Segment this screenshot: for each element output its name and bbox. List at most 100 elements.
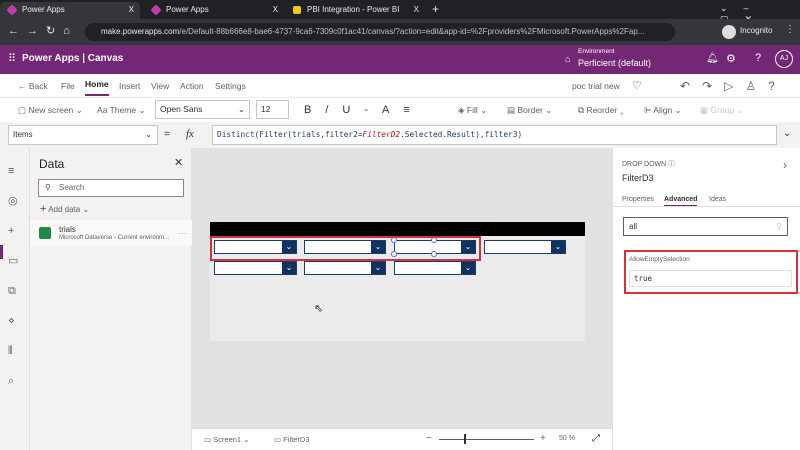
tab-properties[interactable]: Properties [622,196,654,203]
canvas-area: ⌄ ⌄ ⌄ ⌄ ⌄ ⌄ ⌄ ⇖ [192,148,612,428]
dropdown[interactable]: ⌄ [394,261,476,275]
fill-button[interactable]: ◈ Fill ⌄ [458,98,487,122]
zoom-in-button[interactable]: + [540,433,546,444]
reorder-button[interactable]: ⧉ Reorder ⌄ [578,98,624,122]
dropdown[interactable]: ⌄ [304,261,386,275]
screen-selector[interactable]: ▭ Screen1 ⌄ [204,435,249,444]
highlight-box [210,236,481,261]
zoom-slider[interactable] [439,439,534,440]
app-name: poc trial new [572,81,620,91]
powerapps-icon [6,4,18,16]
app-header: ⠿ Power Apps | Canvas ⌂ Environment Perf… [0,45,800,74]
fx-icon[interactable]: fx [186,128,194,140]
formula-input[interactable]: Distinct(Filter(trials,filter2=FilterD2.… [212,125,777,145]
screen-name: Screen1 [213,435,242,444]
zoom-out-button[interactable]: − [426,433,432,444]
chevron-down-icon: ⌄ [551,241,565,253]
menu-action[interactable]: Action [180,74,204,98]
env-name[interactable]: Perficient (default) [578,58,651,68]
pane-title: Data [39,157,65,171]
close-icon[interactable]: X [273,2,278,17]
menu-icon[interactable]: ⋮ [785,24,795,35]
help-icon[interactable]: ? [755,52,761,64]
menu-home[interactable]: Home [85,74,109,96]
font-size-value: 12 [261,104,271,114]
gear-icon[interactable]: ⚙ [726,52,736,65]
formula-part: .Selected.Result),filter3) [400,130,523,139]
property-value: true [634,274,653,283]
font-size-select[interactable]: 12 [256,100,289,119]
data-source-item[interactable]: trials Microsoft Dataverse - Current env… [30,220,192,246]
incognito-label[interactable]: Incognito [740,26,772,35]
close-icon[interactable]: X [129,2,134,17]
browser-tab[interactable]: Power Apps X [144,2,284,19]
format-icons[interactable]: B/U‐A≡ [304,98,424,122]
new-tab-button[interactable]: + [432,2,439,16]
expand-formula-icon[interactable]: ⌄ [783,128,791,139]
app-checker-icon[interactable]: ♡ [632,74,642,98]
properties-pane: DROP DOWN ⓘ › FilterD3 Properties Advanc… [612,148,800,450]
url-input[interactable]: make.powerapps.com/e/Default-88b666e8-ba… [85,23,675,41]
more-icon[interactable]: … [178,226,187,236]
chevron-right-icon[interactable]: › [783,158,787,172]
header-bar [210,222,585,236]
property-search-input[interactable]: all ⚲ [623,217,788,236]
nav-buttons-icon[interactable]: ←→↻⌂ [8,24,78,37]
waffle-icon[interactable]: ⠿ [8,52,16,65]
search-value: all [629,222,638,231]
menu-insert[interactable]: Insert [119,74,140,98]
add-data-button[interactable]: + Add data ⌄ [40,203,89,215]
env-label: Environment [578,48,615,55]
zoom-slider-thumb[interactable] [464,434,466,444]
data-pane: Data ✕ ⚲ Search + Add data ⌄ trials Micro… [30,148,192,450]
fit-to-window-icon[interactable]: ⤢ [592,433,600,444]
theme-button[interactable]: Aa Theme ⌄ [97,98,146,122]
dropdown[interactable]: ⌄ [484,240,566,254]
font-value: Open Sans [160,104,203,114]
close-icon[interactable]: X [414,2,419,17]
avatar[interactable]: AJ [775,50,793,68]
zoom-unit: % [568,435,575,442]
theme-label: Theme [109,105,137,115]
menu-view[interactable]: View [151,74,169,98]
close-icon[interactable]: ✕ [174,156,183,169]
font-select[interactable]: Open Sans ⌄ [155,100,250,119]
back-label: Back [28,81,48,91]
control-breadcrumb[interactable]: ▭ FilterD3 [274,435,309,444]
incognito-icon [722,25,736,39]
chevron-down-icon: ⌄ [145,130,152,139]
active-indicator [0,245,3,259]
dataverse-icon [39,227,51,239]
align-button[interactable]: ⊫ Align ⌄ [644,98,682,122]
bell-icon[interactable]: 🔔︎ [706,53,719,64]
tab-label: Power Apps [166,5,209,14]
new-screen-button[interactable]: ▢ New screen ⌄ [18,98,83,122]
divider [613,206,800,207]
powerapps-icon [150,4,162,16]
tab-label: PBI Integration - Power BI [307,5,400,14]
control-type: DROP DOWN ⓘ [622,161,676,168]
border-button[interactable]: ▤ Border ⌄ [507,98,552,122]
browser-tab[interactable]: PBI Integration - Power BI X [285,2,425,19]
fill-label: Fill [466,105,478,115]
formula-bar: Items ⌄ = fx Distinct(Filter(trials,filte… [0,122,800,148]
undo-redo-play-icons[interactable]: ↶↷▷♙? [680,74,787,98]
source-desc: Microsoft Dataverse - Current environm..… [59,235,170,241]
dropdown[interactable]: ⌄ [214,261,297,275]
chevron-down-icon: ⌄ [237,104,245,114]
menu-settings[interactable]: Settings [215,74,246,98]
url-path: /e/Default-88b666e8-bae6-4737-9ca6-7309c… [179,27,645,36]
back-button[interactable]: ← Back [18,74,48,98]
highlight-box: AllowEmptySelection true [624,250,798,294]
border-label: Border [517,105,543,115]
formula-part: Distinct(Filter(trials,filter2= [217,130,363,139]
search-input[interactable]: ⚲ Search [38,179,184,197]
rail-icons[interactable]: ≡ ◎ + ▭ ⧉ ⋄ ⫴ ⌕ [8,156,18,396]
app-screen[interactable]: ⌄ ⌄ ⌄ ⌄ ⌄ ⌄ ⌄ ⇖ [210,222,585,341]
property-select[interactable]: Items ⌄ [8,125,158,145]
menu-file[interactable]: File [61,74,75,98]
property-value-input[interactable]: true [629,270,792,287]
tab-ideas[interactable]: Ideas [709,196,726,203]
browser-tab[interactable]: Power Apps X [0,2,140,19]
search-icon: ⚲ [45,183,51,192]
